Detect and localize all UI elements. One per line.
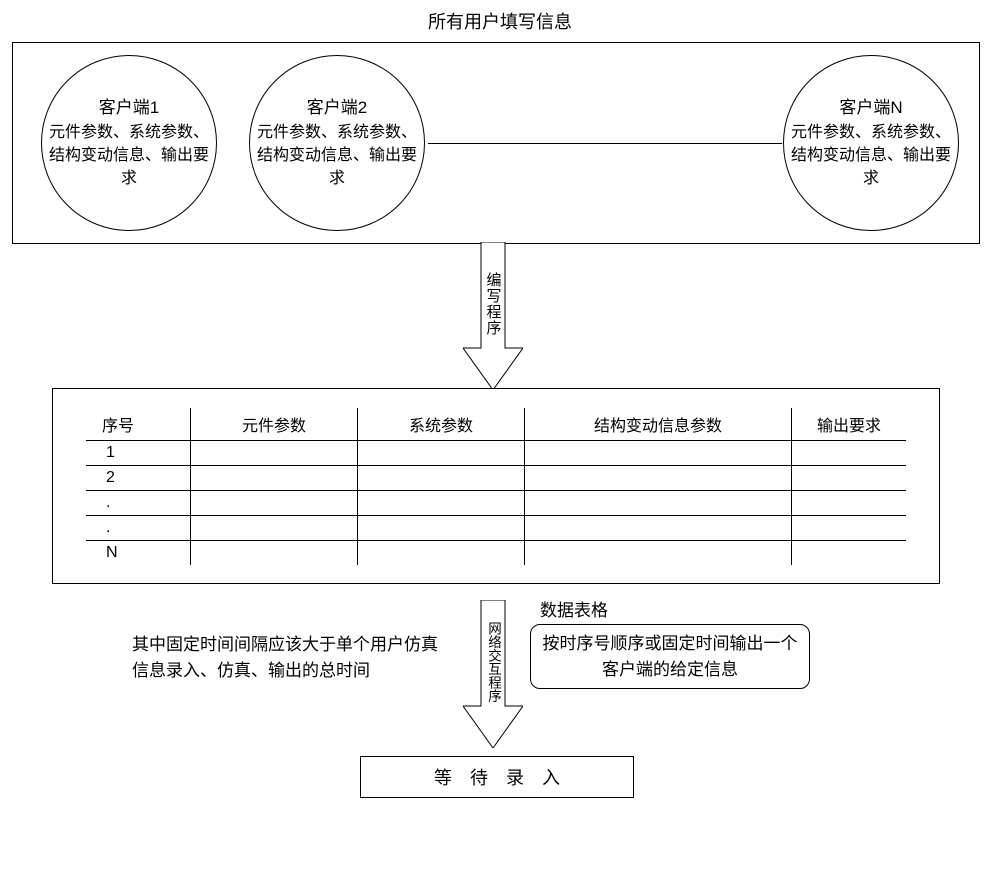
arrow-label: 网络交互程序 bbox=[483, 622, 503, 703]
row-seq: 2 bbox=[86, 465, 191, 490]
clients-container: 客户端1 元件参数、系统参数、结构变动信息、输出要求 客户端2 元件参数、系统参… bbox=[12, 42, 980, 244]
table-header-row: 序号 元件参数 系统参数 结构变动信息参数 输出要求 bbox=[86, 408, 906, 441]
row-seq: . bbox=[86, 490, 191, 515]
table-row: 2 bbox=[86, 465, 906, 490]
note-right: 按时序号顺序或固定时间输出一个客户端的给定信息 bbox=[530, 624, 810, 689]
col-header-component: 元件参数 bbox=[191, 408, 358, 441]
client-title: 客户端N bbox=[784, 96, 958, 121]
client-body: 元件参数、系统参数、结构变动信息、输出要求 bbox=[42, 121, 216, 191]
wait-input-box: 等待录入 bbox=[360, 756, 634, 798]
arrow-write-program: 编写程序 bbox=[463, 242, 523, 390]
table-caption: 数据表格 bbox=[540, 596, 608, 621]
client-title: 客户端1 bbox=[42, 96, 216, 121]
table-row: . bbox=[86, 490, 906, 515]
diagram-title: 所有用户填写信息 bbox=[0, 0, 1000, 34]
row-seq: . bbox=[86, 515, 191, 540]
client-node-1: 客户端1 元件参数、系统参数、结构变动信息、输出要求 bbox=[41, 55, 217, 231]
arrow-label: 编写程序 bbox=[483, 272, 504, 336]
row-seq: N bbox=[86, 540, 191, 565]
note-left: 其中固定时间间隔应该大于单个用户仿真信息录入、仿真、输出的总时间 bbox=[132, 632, 452, 683]
row-seq: 1 bbox=[86, 440, 191, 465]
col-header-system: 系统参数 bbox=[358, 408, 525, 441]
ellipsis-connector bbox=[428, 143, 782, 144]
client-body: 元件参数、系统参数、结构变动信息、输出要求 bbox=[784, 121, 958, 191]
col-header-seq: 序号 bbox=[86, 408, 191, 441]
table-row: N bbox=[86, 540, 906, 565]
col-header-output: 输出要求 bbox=[792, 408, 907, 441]
client-body: 元件参数、系统参数、结构变动信息、输出要求 bbox=[250, 121, 424, 191]
data-table-container: 序号 元件参数 系统参数 结构变动信息参数 输出要求 1 2 . . N bbox=[52, 388, 940, 584]
client-title: 客户端2 bbox=[250, 96, 424, 121]
diagram-canvas: 所有用户填写信息 客户端1 元件参数、系统参数、结构变动信息、输出要求 客户端2… bbox=[0, 0, 1000, 896]
client-node-2: 客户端2 元件参数、系统参数、结构变动信息、输出要求 bbox=[249, 55, 425, 231]
table-row: 1 bbox=[86, 440, 906, 465]
table-row: . bbox=[86, 515, 906, 540]
client-node-n: 客户端N 元件参数、系统参数、结构变动信息、输出要求 bbox=[783, 55, 959, 231]
col-header-struct: 结构变动信息参数 bbox=[525, 408, 792, 441]
arrow-network-interaction: 网络交互程序 bbox=[463, 600, 523, 748]
data-table: 序号 元件参数 系统参数 结构变动信息参数 输出要求 1 2 . . N bbox=[86, 408, 906, 565]
